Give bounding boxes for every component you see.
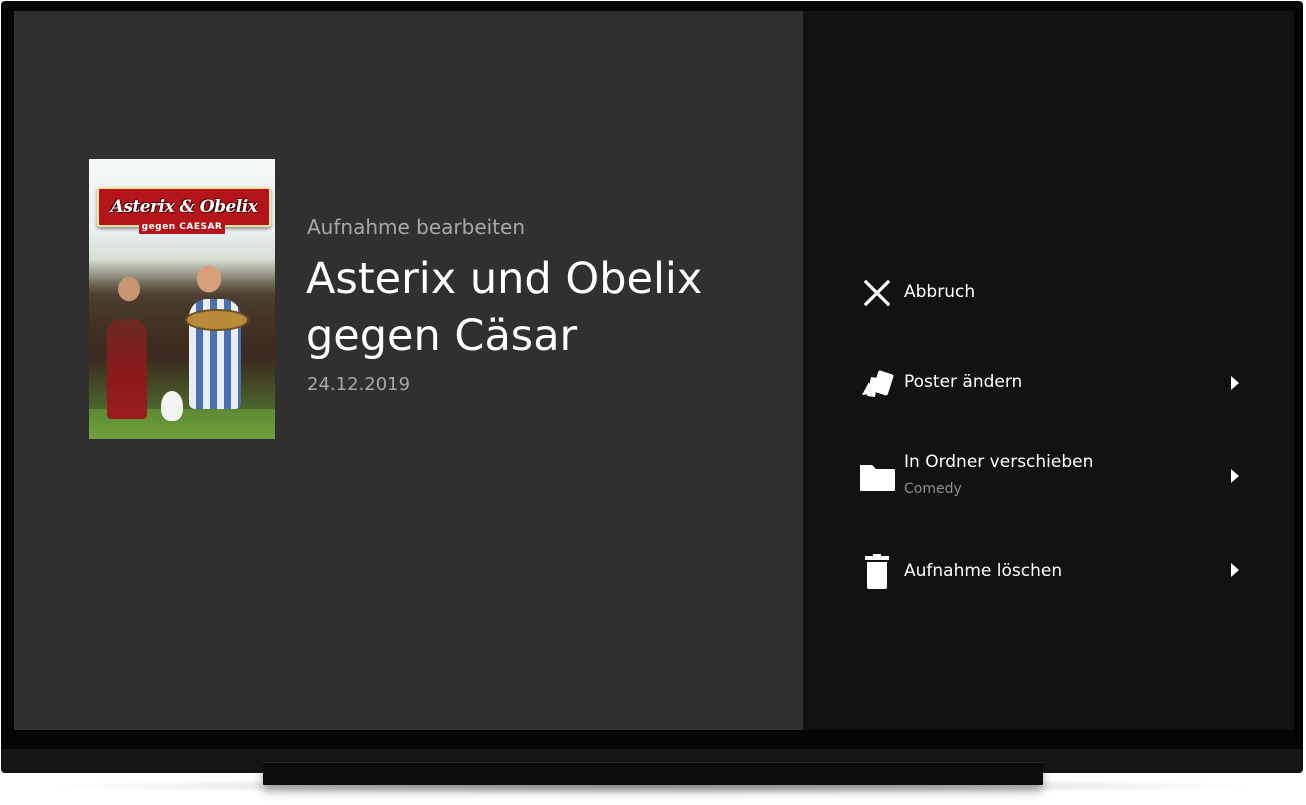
poster-dog	[161, 391, 183, 421]
close-icon	[863, 279, 891, 307]
section-label: Aufnahme bearbeiten	[307, 215, 526, 239]
chevron-right-icon	[1231, 376, 1239, 390]
recording-title-line-1: Asterix und Obelix	[306, 254, 703, 304]
move-to-folder-button[interactable]: In Ordner verschieben Comedy	[803, 443, 1294, 513]
cancel-label: Abbruch	[904, 282, 976, 302]
chevron-right-icon	[1231, 469, 1239, 483]
recording-title-line-2: gegen Cäsar	[306, 311, 578, 361]
trash-icon	[865, 554, 889, 589]
delete-recording-button[interactable]: Aufnahme löschen	[803, 537, 1294, 607]
poster-figure-left	[107, 319, 147, 419]
tv-stand	[263, 762, 1043, 785]
change-poster-label: Poster ändern	[904, 372, 1023, 392]
change-poster-button[interactable]: Poster ändern	[803, 348, 1294, 418]
poster-title: Asterix & Obelix	[110, 197, 258, 217]
action-menu: Abbruch Poster ändern In Ordner verschie…	[803, 11, 1294, 730]
chevron-right-icon	[1231, 563, 1239, 577]
delete-recording-label: Aufnahme löschen	[904, 561, 1063, 581]
folder-icon	[860, 465, 895, 491]
move-to-folder-label: In Ordner verschieben	[904, 452, 1094, 472]
poster-belt	[185, 309, 249, 331]
recording-details-panel: Asterix & Obelix gegen CAESAR Aufnahme b…	[14, 11, 803, 730]
tv-screen: Asterix & Obelix gegen CAESAR Aufnahme b…	[14, 11, 1294, 730]
recording-poster: Asterix & Obelix gegen CAESAR	[89, 159, 275, 439]
poster-cards-icon	[862, 370, 894, 397]
cancel-button[interactable]: Abbruch	[803, 258, 1294, 328]
recording-title: Asterix und Obelix gegen Cäsar	[306, 251, 776, 365]
recording-date: 24.12.2019	[307, 374, 411, 395]
current-folder-label: Comedy	[904, 481, 962, 497]
poster-subtitle: gegen CAESAR	[139, 221, 225, 234]
